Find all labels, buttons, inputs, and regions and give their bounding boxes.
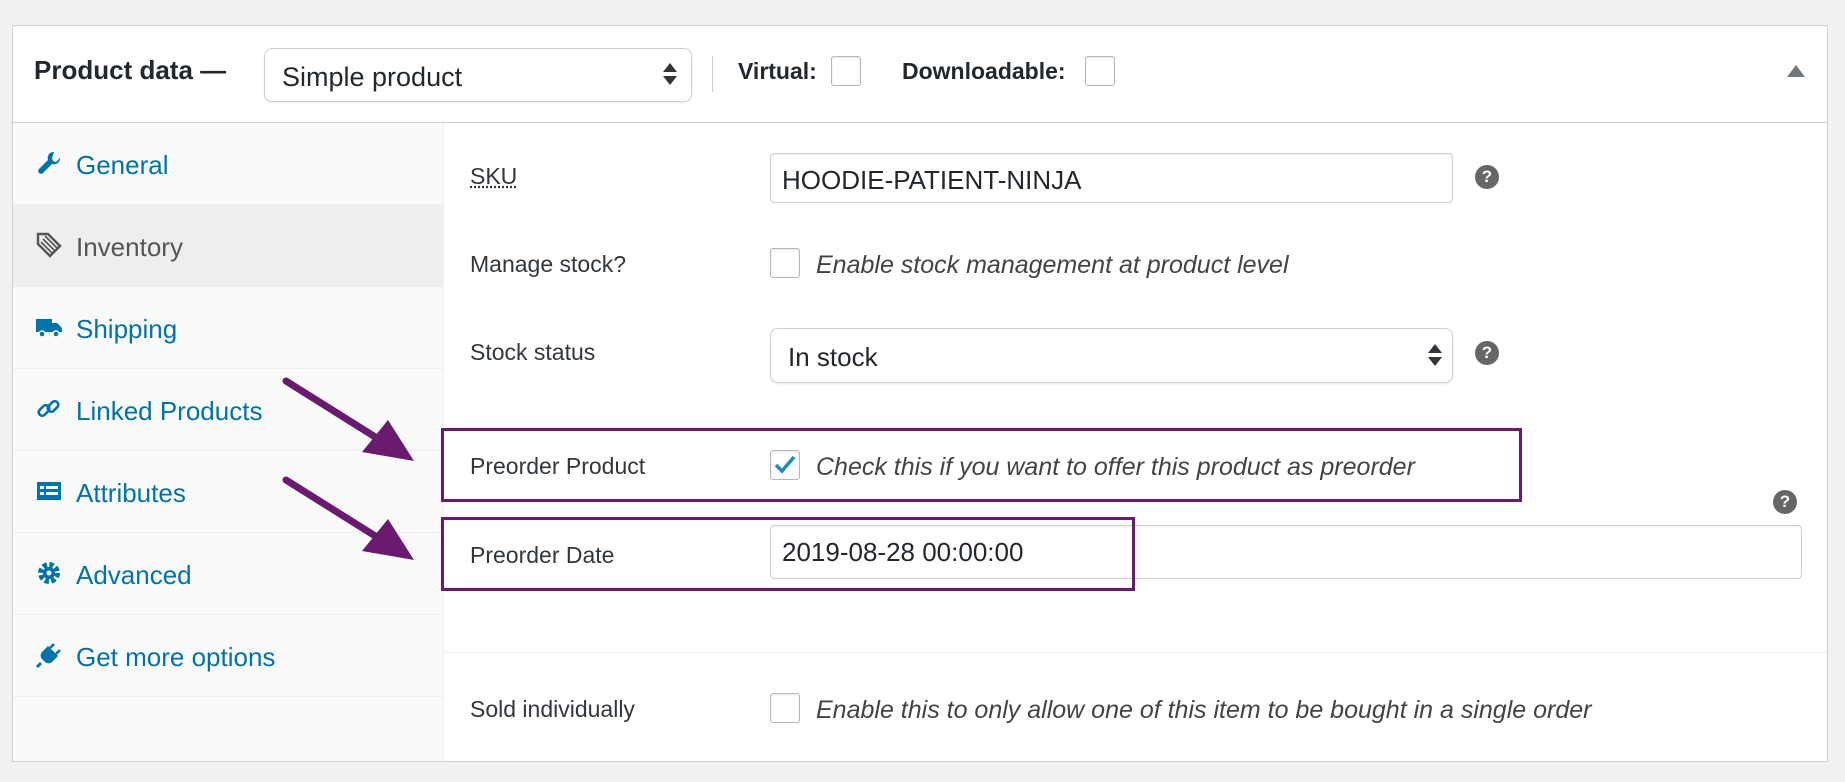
preorder-product-description: Check this if you want to offer this pro… (816, 453, 1415, 481)
stock-status-help-icon[interactable]: ? (1475, 341, 1499, 365)
sku-help-icon[interactable]: ? (1475, 165, 1499, 189)
tab-attributes-label: Attributes (76, 478, 186, 508)
tab-get-more-options[interactable]: Get more options (13, 615, 444, 697)
sold-individually-checkbox[interactable] (770, 693, 800, 723)
stock-status-label: Stock status (470, 339, 596, 365)
preorder-product-checkbox[interactable] (770, 450, 800, 480)
collapse-arrow-icon[interactable] (1787, 65, 1805, 77)
tab-shipping[interactable]: Shipping (13, 287, 444, 369)
product-data-panel: Product data — Simple product Virtual: D… (12, 25, 1828, 762)
preorder-date-help-icon[interactable]: ? (1773, 490, 1797, 514)
gear-icon (38, 562, 60, 584)
product-type-select[interactable]: Simple product (264, 48, 692, 102)
wrench-icon (38, 151, 61, 174)
product-type-value: Simple product (282, 62, 463, 92)
list-icon (37, 482, 61, 500)
stock-status-value: In stock (788, 342, 878, 372)
tab-inventory[interactable]: Inventory (13, 205, 444, 287)
header-divider (712, 56, 713, 92)
preorder-product-label: Preorder Product (470, 453, 646, 479)
panel-header: Product data — Simple product Virtual: D… (13, 26, 1827, 123)
tag-icon (36, 232, 62, 258)
virtual-checkbox[interactable] (831, 56, 861, 86)
sold-individually-description: Enable this to only allow one of this it… (816, 696, 1592, 724)
truck-icon (36, 319, 62, 338)
panel-title: Product data — (34, 55, 227, 85)
tab-inventory-label: Inventory (76, 232, 183, 262)
select-arrows-icon (663, 60, 677, 90)
tab-attributes[interactable]: Attributes (13, 451, 444, 533)
select-arrows-icon (1428, 341, 1442, 371)
sku-value: HOODIE-PATIENT-NINJA (782, 165, 1082, 195)
tab-advanced[interactable]: Advanced (13, 533, 444, 615)
manage-stock-description: Enable stock management at product level (816, 251, 1289, 279)
stock-status-select[interactable]: In stock (770, 328, 1453, 383)
sku-input[interactable]: HOODIE-PATIENT-NINJA (770, 153, 1453, 203)
tab-general[interactable]: General (13, 123, 444, 205)
tab-linked-products-label: Linked Products (76, 396, 263, 426)
tab-advanced-label: Advanced (76, 560, 192, 590)
product-data-tabs: General Inventory Shipping Linked Produc… (13, 123, 444, 761)
preorder-date-label: Preorder Date (470, 542, 615, 568)
sold-individually-label: Sold individually (470, 696, 635, 722)
link-icon (37, 399, 60, 418)
plug-icon (35, 643, 61, 669)
manage-stock-label: Manage stock? (470, 251, 626, 277)
manage-stock-checkbox[interactable] (770, 248, 800, 278)
tab-get-more-options-label: Get more options (76, 642, 276, 672)
downloadable-label: Downloadable: (902, 58, 1066, 84)
tab-general-label: General (76, 150, 169, 180)
section-divider (444, 652, 1827, 653)
sku-label: SKU (470, 163, 518, 189)
tab-shipping-label: Shipping (76, 314, 178, 344)
checkmark-icon (774, 455, 796, 474)
downloadable-checkbox[interactable] (1085, 56, 1115, 86)
tab-linked-products[interactable]: Linked Products (13, 369, 444, 451)
virtual-label: Virtual: (738, 58, 817, 84)
